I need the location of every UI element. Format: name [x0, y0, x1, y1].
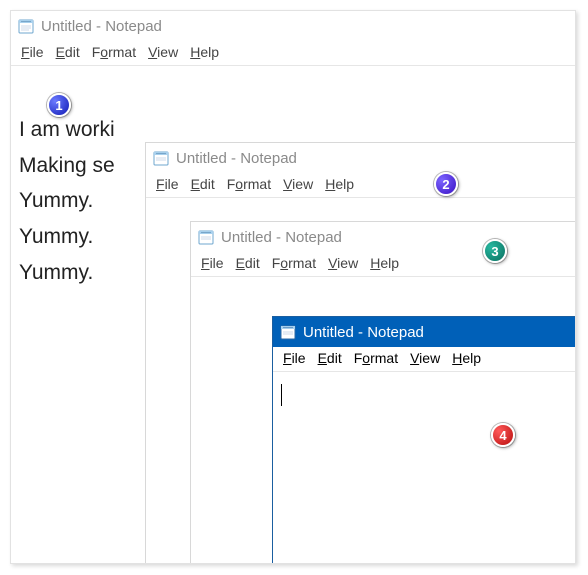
window-title: Untitled - Notepad: [221, 229, 342, 246]
window-title: Untitled - Notepad: [41, 18, 162, 35]
titlebar[interactable]: Untitled - Notepad: [11, 11, 576, 41]
titlebar[interactable]: Untitled - Notepad: [146, 143, 576, 173]
menu-help[interactable]: Help: [190, 44, 219, 60]
text-area[interactable]: [273, 372, 576, 564]
menu-file[interactable]: File: [156, 176, 179, 192]
menu-format[interactable]: Format: [92, 44, 136, 60]
menu-view[interactable]: View: [148, 44, 178, 60]
menu-help[interactable]: Help: [370, 255, 399, 271]
menubar: File Edit Format View Help: [11, 41, 576, 66]
annotation-badge-4: 4: [491, 423, 515, 447]
menu-view[interactable]: View: [410, 350, 440, 366]
text-caret: [281, 384, 282, 406]
menu-view[interactable]: View: [283, 176, 313, 192]
screenshot-stage: Untitled - Notepad File Edit Format View…: [10, 10, 576, 564]
menu-file[interactable]: File: [201, 255, 224, 271]
menu-edit[interactable]: Edit: [318, 350, 342, 366]
annotation-badge-2: 2: [434, 172, 458, 196]
menubar: File Edit Format View Help: [273, 347, 576, 372]
notepad-window-4[interactable]: Untitled - Notepad File Edit Format View…: [272, 316, 576, 564]
window-title: Untitled - Notepad: [176, 150, 297, 167]
annotation-badge-1: 1: [47, 93, 71, 117]
menu-edit[interactable]: Edit: [56, 44, 80, 60]
menu-format[interactable]: Format: [272, 255, 316, 271]
menu-help[interactable]: Help: [325, 176, 354, 192]
notepad-icon: [152, 149, 170, 167]
titlebar[interactable]: Untitled - Notepad: [191, 222, 576, 252]
titlebar[interactable]: Untitled - Notepad: [273, 317, 576, 347]
notepad-icon: [197, 228, 215, 246]
menubar: File Edit Format View Help: [191, 252, 576, 277]
menu-edit[interactable]: Edit: [191, 176, 215, 192]
annotation-badge-3: 3: [483, 239, 507, 263]
menu-help[interactable]: Help: [452, 350, 481, 366]
menu-file[interactable]: File: [21, 44, 44, 60]
menu-view[interactable]: View: [328, 255, 358, 271]
notepad-icon: [17, 17, 35, 35]
menubar: File Edit Format View Help: [146, 173, 576, 198]
menu-format[interactable]: Format: [354, 350, 398, 366]
notepad-icon: [279, 323, 297, 341]
window-title: Untitled - Notepad: [303, 324, 424, 341]
menu-file[interactable]: File: [283, 350, 306, 366]
menu-format[interactable]: Format: [227, 176, 271, 192]
menu-edit[interactable]: Edit: [236, 255, 260, 271]
